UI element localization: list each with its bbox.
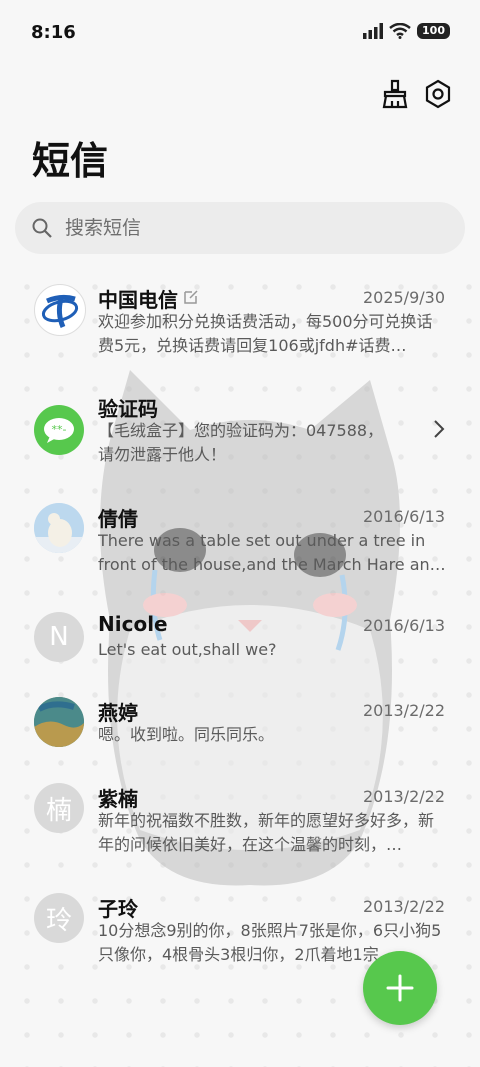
message-date: 2013/2/22 bbox=[362, 897, 445, 916]
telecom-logo-avatar bbox=[34, 284, 86, 336]
chat-bubble-icon: **- bbox=[44, 418, 74, 443]
message-date: 2016/6/13 bbox=[362, 507, 445, 526]
sender-name: 子玲 bbox=[98, 897, 138, 921]
message-preview: Let's eat out,shall we? bbox=[98, 640, 277, 659]
battery-indicator: 100 bbox=[417, 23, 450, 39]
message-date: 2025/9/30 bbox=[362, 288, 445, 307]
conversation-item[interactable]: **- 验证码 【毛绒盒子】您的验证码为：047588，请勿泄露于他人！ bbox=[0, 393, 480, 473]
new-message-button[interactable] bbox=[363, 951, 437, 1025]
conversation-item[interactable]: N Nicole 2016/6/13 Let's eat out,shall w… bbox=[0, 612, 480, 672]
polar-bear-avatar-icon bbox=[34, 503, 84, 553]
status-bar: 8:16 100 bbox=[0, 0, 480, 68]
message-preview: 嗯。收到啦。同乐同乐。 bbox=[98, 725, 275, 744]
clean-button[interactable] bbox=[379, 78, 411, 110]
conversation-item[interactable]: 倩倩 2016/6/13 There was a table set out u… bbox=[0, 503, 480, 583]
plus-icon bbox=[386, 974, 414, 1002]
sender-name: 紫楠 bbox=[98, 787, 138, 811]
status-icons: 100 bbox=[363, 23, 450, 39]
wifi-icon bbox=[389, 23, 411, 39]
sender-name: Nicole bbox=[98, 612, 168, 636]
edit-icon bbox=[184, 290, 198, 304]
gear-icon bbox=[425, 79, 451, 109]
message-preview: 【毛绒盒子】您的验证码为：047588，请勿泄露于他人！ bbox=[98, 421, 384, 464]
china-telecom-logo-icon bbox=[41, 294, 79, 328]
sms-avatar: **- bbox=[34, 405, 84, 455]
avatar: 玲 bbox=[34, 893, 84, 943]
message-preview: 欢迎参加积分兑换话费活动，每500分可兑换话费5元，兑换话费请回复106或jfd… bbox=[98, 312, 433, 355]
message-date: 2013/2/22 bbox=[362, 787, 445, 806]
sender-name: 倩倩 bbox=[98, 507, 138, 531]
message-date: 2016/6/13 bbox=[362, 616, 445, 635]
signal-icon bbox=[363, 23, 384, 39]
conversation-item[interactable]: 中国电信 2025/9/30 欢迎参加积分兑换话费活动，每500分可兑换话费5元… bbox=[0, 278, 480, 378]
conversation-item[interactable]: 燕婷 2013/2/22 嗯。收到啦。同乐同乐。 bbox=[0, 697, 480, 757]
message-preview: There was a table set out under a tree i… bbox=[98, 531, 446, 574]
avatar: N bbox=[34, 612, 84, 662]
conversation-item[interactable]: 楠 紫楠 2013/2/22 新年的祝福数不胜数，新年的愿望好多好多，新年的问候… bbox=[0, 783, 480, 863]
broom-icon bbox=[382, 79, 408, 109]
search-icon bbox=[32, 218, 52, 238]
message-date: 2013/2/22 bbox=[362, 701, 445, 720]
landscape-avatar-icon bbox=[34, 697, 84, 747]
search-input[interactable] bbox=[63, 216, 427, 240]
chevron-right-icon bbox=[434, 420, 445, 438]
status-time: 8:16 bbox=[31, 22, 76, 43]
sender-name: 燕婷 bbox=[98, 701, 138, 725]
sender-name: 验证码 bbox=[98, 397, 158, 421]
avatar: 楠 bbox=[34, 783, 84, 833]
search-bar[interactable] bbox=[15, 202, 465, 254]
avatar bbox=[34, 697, 84, 747]
page-title: 短信 bbox=[32, 139, 109, 183]
avatar bbox=[34, 503, 84, 553]
message-preview: 新年的祝福数不胜数，新年的愿望好多好多，新年的问候依旧美好，在这个温馨的时刻，… bbox=[98, 811, 435, 854]
settings-button[interactable] bbox=[422, 78, 454, 110]
svg-text:**-: **- bbox=[52, 423, 67, 436]
sender-name: 中国电信 bbox=[98, 288, 178, 312]
